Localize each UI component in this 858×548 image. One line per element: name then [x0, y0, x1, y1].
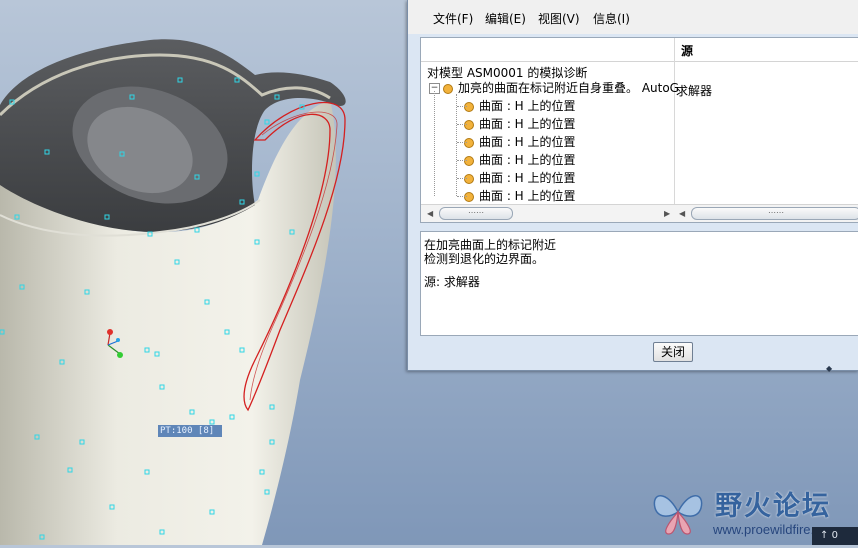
tree-child-item[interactable]: 曲面 : H 上的位置: [449, 169, 576, 187]
scroll-left-icon-2[interactable]: ◀: [679, 209, 685, 218]
diagnostics-dialog: 文件(F) 编辑(E) 视图(V) 信息(I) 源 对模型 ASM0001 的模…: [407, 0, 858, 373]
watermark-title: 野火论坛: [715, 491, 831, 522]
menu-view[interactable]: 视图(V): [538, 10, 580, 27]
tree-child-item[interactable]: 曲面 : H 上的位置: [449, 187, 576, 205]
tree-child-item[interactable]: 曲面 : H 上的位置: [449, 115, 576, 133]
tree-child-label: 曲面 : H 上的位置: [479, 189, 576, 203]
tree-child-label: 曲面 : H 上的位置: [479, 171, 576, 185]
tree-child-label: 曲面 : H 上的位置: [479, 135, 576, 149]
menu-file[interactable]: 文件(F): [433, 10, 473, 27]
tree-column-header: 源: [421, 38, 858, 62]
scroll-left-icon[interactable]: ◀: [427, 209, 433, 218]
column-source-header[interactable]: 源: [681, 42, 693, 59]
message-line-2: 检测到退化的边界面。: [424, 252, 545, 266]
message-source: 源: 求解器: [424, 275, 480, 289]
menu-edit[interactable]: 编辑(E): [485, 10, 526, 27]
scroll-thumb-right[interactable]: ⋯⋯: [691, 207, 858, 220]
tray-arrow-icon[interactable]: ↑: [820, 530, 828, 541]
diagnostics-tree[interactable]: 源 对模型 ASM0001 的模拟诊断 − 加亮的曲面在标记附近自身重叠。 Aut…: [420, 37, 858, 223]
error-source-cell: 求解器: [676, 84, 713, 98]
column-divider[interactable]: [674, 38, 675, 204]
tree-child-item[interactable]: 曲面 : H 上的位置: [449, 97, 576, 115]
watermark-url: www.proewildfire.cn: [713, 522, 828, 537]
tree-child-label: 曲面 : H 上的位置: [479, 117, 576, 131]
butterfly-logo-icon: [653, 495, 703, 535]
point-label: PT:100 [8]: [158, 425, 222, 437]
error-item-label: 加亮的曲面在标记附近自身重叠。 AutoG: [458, 81, 679, 95]
scroll-right-icon[interactable]: ▶: [664, 209, 670, 218]
menu-bar: 文件(F) 编辑(E) 视图(V) 信息(I): [408, 0, 858, 34]
taskbar-corner: ↑ 0: [812, 527, 858, 545]
resize-grip-icon[interactable]: ◆: [826, 364, 832, 373]
close-button[interactable]: 关闭: [653, 342, 693, 362]
scroll-thumb-left[interactable]: ⋯⋯: [439, 207, 513, 220]
tree-child-item[interactable]: 曲面 : H 上的位置: [449, 151, 576, 169]
tree-child-label: 曲面 : H 上的位置: [479, 153, 576, 167]
message-panel: 在加亮曲面上的标记附近 检测到退化的边界面。 源: 求解器: [420, 231, 858, 336]
tree-error-item[interactable]: − 加亮的曲面在标记附近自身重叠。 AutoG: [429, 79, 679, 97]
taskbar-clock: 0: [831, 530, 838, 541]
tree-child-label: 曲面 : H 上的位置: [479, 99, 576, 113]
horizontal-scrollbars[interactable]: ◀ ⋯⋯ ▶ ◀ ⋯⋯: [421, 204, 858, 222]
warning-dot-icon: [443, 83, 453, 94]
tree-child-item[interactable]: 曲面 : H 上的位置: [449, 133, 576, 151]
menu-info[interactable]: 信息(I): [593, 10, 630, 27]
